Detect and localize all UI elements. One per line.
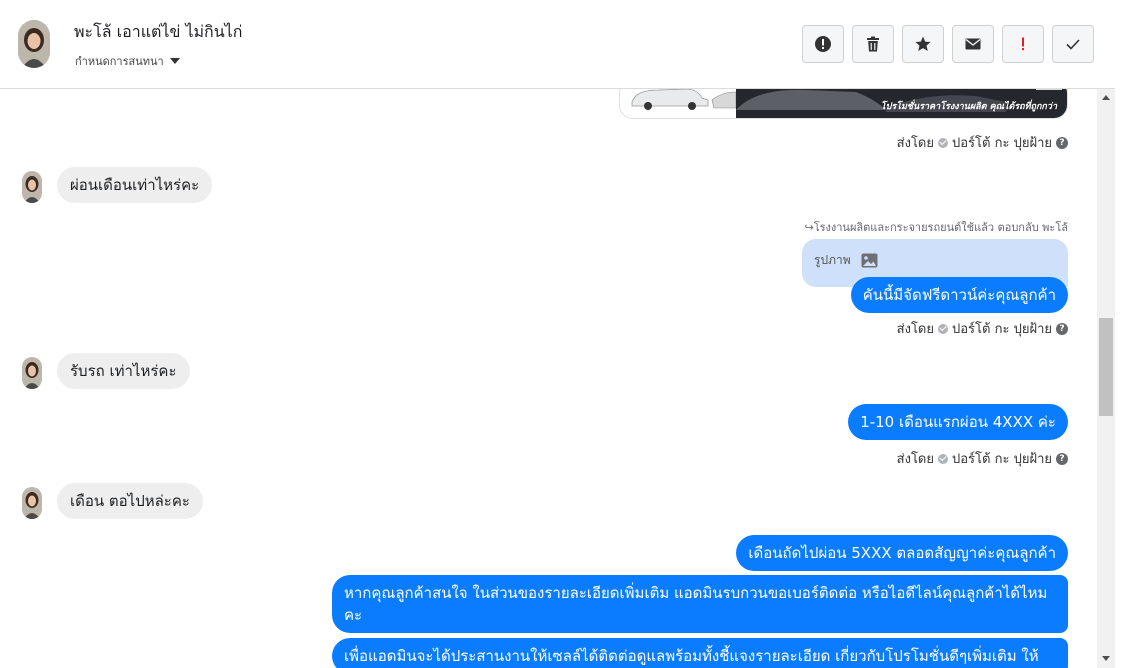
outgoing-message[interactable]: เดือนถัดไปผ่อน 5XXX ตลอดสัญญาค่ะคุณลูกค้…: [736, 535, 1068, 571]
message-thread[interactable]: โปรโมชั่นราคาโรงงานผลิต คุณได้รถที่ถูกกว…: [0, 89, 1097, 668]
exclamation-icon: [1022, 37, 1024, 51]
sent-by-line: ส่งโดย ปอร์โต้ กะ ปุยฝ้าย ?: [897, 448, 1068, 469]
conversation-toolbar: [802, 25, 1094, 63]
reply-arrow-icon: ↪: [804, 221, 814, 234]
contact-avatar-small: [22, 357, 42, 389]
image-icon: [861, 253, 878, 268]
incoming-message[interactable]: รับรถ เท่าไหร่คะ: [57, 353, 190, 389]
sent-by-prefix: ส่งโดย: [896, 136, 934, 151]
assign-conversation-dropdown[interactable]: กำหนดการสนทนา: [75, 52, 180, 70]
star-button[interactable]: [902, 25, 944, 63]
outgoing-message[interactable]: คันนี้มีจัดฟรีดาวน์ค่ะคุณลูกค้า: [850, 277, 1068, 313]
scroll-down-arrow-icon[interactable]: [1102, 656, 1110, 661]
mark-unread-button[interactable]: [952, 25, 994, 63]
image-attachment[interactable]: โปรโมชั่นราคาโรงงานผลิต คุณได้รถที่ถูกกว…: [619, 89, 1068, 119]
conversation-header: พะโล้ เอาแต่ไข่ ไม่กินไก่ กำหนดการสนทนา: [0, 0, 1115, 89]
sent-by-prefix: ส่งโดย: [896, 452, 934, 467]
contact-name: พะโล้ เอาแต่ไข่ ไม่กินไก่: [74, 22, 243, 41]
attachment-type-label: รูปภาพ: [814, 253, 851, 267]
outgoing-message[interactable]: 1-10 เดือนแรกผ่อน 4XXX ค่ะ: [848, 404, 1068, 440]
check-circle-icon: [938, 137, 948, 148]
help-icon[interactable]: ?: [1056, 452, 1068, 465]
incoming-message[interactable]: ผ่อนเดือนเท่าไหร่คะ: [57, 167, 213, 203]
contact-avatar[interactable]: [18, 20, 50, 68]
contact-avatar-small: [22, 487, 42, 519]
sender-name[interactable]: ปอร์โต้ กะ ปุยฝ้าย: [952, 132, 1052, 153]
thread-scrollbar[interactable]: [1097, 89, 1115, 668]
sent-by-prefix: ส่งโดย: [896, 322, 934, 337]
check-circle-icon: [938, 323, 948, 334]
delete-button[interactable]: [852, 25, 894, 63]
mark-done-button[interactable]: [1052, 25, 1094, 63]
star-icon: [915, 36, 931, 51]
help-icon[interactable]: ?: [1056, 136, 1068, 149]
scroll-up-arrow-icon[interactable]: [1102, 95, 1110, 100]
incoming-message[interactable]: เดือน ตอไปหล่ะคะ: [57, 483, 203, 519]
check-circle-icon: [938, 453, 948, 464]
trash-icon: [867, 36, 879, 52]
check-icon: [1066, 39, 1080, 50]
contact-avatar-small: [22, 171, 42, 203]
sender-name[interactable]: ปอร์โต้ กะ ปุยฝ้าย: [952, 448, 1052, 469]
alert-circle-icon: [815, 36, 831, 52]
help-icon[interactable]: ?: [1056, 322, 1068, 335]
replied-attachment-label: รูปภาพ: [814, 251, 878, 270]
reply-note-text: โรงงานผลิตและกระจายรถยนต์ใช้แล้ว ตอบกลับ…: [813, 221, 1068, 234]
promo-text: โปรโมชั่นราคาโรงงานผลิต คุณได้รถที่ถูกกว…: [880, 102, 1057, 112]
assign-conversation-label: กำหนดการสนทนา: [75, 55, 164, 68]
conversation-window: พะโล้ เอาแต่ไข่ ไม่กินไก่ กำหนดการสนทนา: [0, 0, 1123, 668]
envelope-icon: [965, 38, 981, 50]
alert-circle-button[interactable]: [802, 25, 844, 63]
sent-by-line: ส่งโดย ปอร์โต้ กะ ปุยฝ้าย ?: [897, 318, 1068, 339]
outgoing-message[interactable]: เพื่อแอดมินจะได้ประสานงานให้เซลล์ได้ติดต…: [332, 638, 1068, 668]
scrollbar-thumb[interactable]: [1099, 318, 1113, 416]
sent-by-line: ส่งโดย ปอร์โต้ กะ ปุยฝ้าย ?: [897, 132, 1068, 153]
car-image: [628, 89, 736, 110]
caret-down-icon: [169, 58, 180, 64]
sender-name[interactable]: ปอร์โต้ กะ ปุยฝ้าย: [952, 318, 1052, 339]
outgoing-message[interactable]: หากคุณลูกค้าสนใจ ในส่วนของรายละเอียดเพิ่…: [332, 575, 1068, 633]
mark-important-button[interactable]: [1002, 25, 1044, 63]
reply-context-note: ↪โรงงานผลิตและกระจายรถยนต์ใช้แล้ว ตอบกลั…: [804, 218, 1068, 236]
